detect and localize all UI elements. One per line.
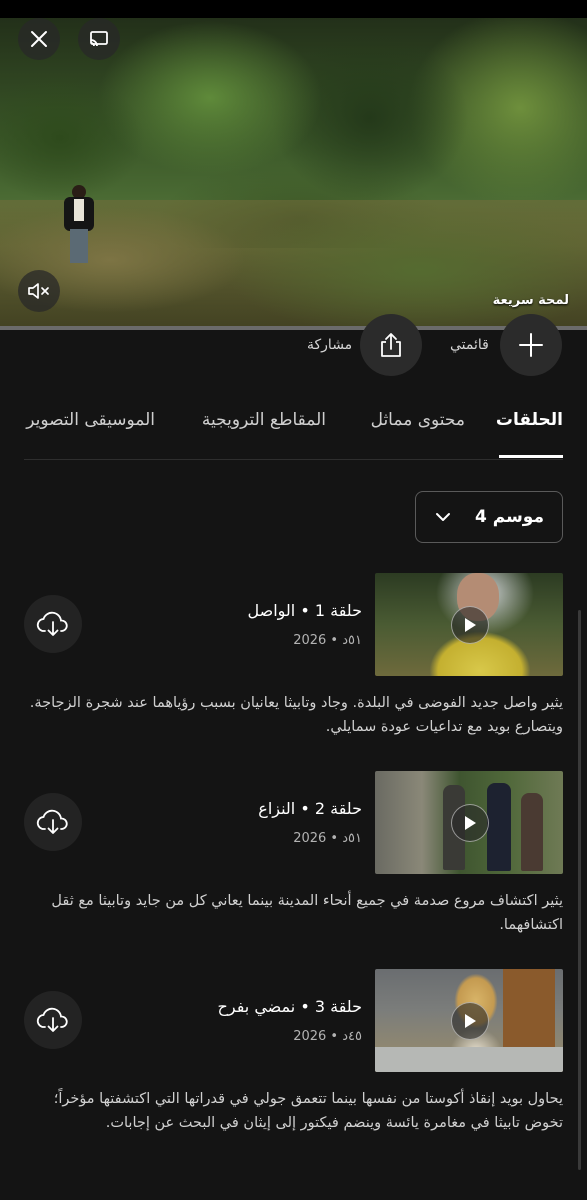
cloud-download-icon <box>36 809 68 834</box>
download-button[interactable] <box>24 595 82 653</box>
episode-description: يحاول بويد إنقاذ أكوستا من نفسها بينما ت… <box>53 1091 563 1131</box>
tab-episodes[interactable]: الحلقات <box>496 410 563 430</box>
plus-icon <box>519 333 543 357</box>
mute-button[interactable] <box>18 270 60 312</box>
quick-look-label: لمحة سريعة <box>492 293 569 308</box>
my-list-button[interactable] <box>500 314 562 376</box>
episode-meta: ٥١د • 2026 <box>293 831 362 846</box>
play-button[interactable] <box>451 1002 489 1040</box>
episode-meta: ٤٥د • 2026 <box>293 1029 362 1044</box>
video-player[interactable]: لمحة سريعة <box>0 0 587 328</box>
my-list-label: قائمتي <box>450 337 489 353</box>
tab-trailers[interactable]: المقاطع الترويجية <box>202 410 326 430</box>
episode-thumbnail[interactable] <box>375 573 563 676</box>
status-bar-area <box>0 0 587 18</box>
chevron-down-icon <box>436 513 450 521</box>
download-button[interactable] <box>24 991 82 1049</box>
episode-title: حلقة 2 • النزاع <box>258 799 362 818</box>
episode-meta: ٥١د • 2026 <box>293 633 362 648</box>
play-button[interactable] <box>451 606 489 644</box>
tab-similar-content[interactable]: محتوى مماثل <box>371 410 465 430</box>
episode-thumbnail[interactable] <box>375 969 563 1072</box>
close-button[interactable] <box>18 18 60 60</box>
scrollbar[interactable] <box>578 610 581 1170</box>
play-button[interactable] <box>451 804 489 842</box>
tabs-divider <box>24 459 563 460</box>
play-icon <box>465 816 476 830</box>
tab-music-photography[interactable]: الموسيقى التصوير <box>26 410 155 430</box>
episode-thumbnail[interactable] <box>375 771 563 874</box>
video-frame-person <box>58 185 100 265</box>
episode-description: يثير واصل جديد الفوضى في البلدة. وجاد وت… <box>29 695 563 735</box>
episode-detail-screen: لمحة سريعة قائمتي مشاركة الحلقات محتوى م… <box>0 0 587 1200</box>
video-progress-bar[interactable] <box>0 326 587 330</box>
season-dropdown[interactable]: موسم 4 <box>415 491 563 543</box>
share-button[interactable] <box>360 314 422 376</box>
download-button[interactable] <box>24 793 82 851</box>
season-dropdown-label: موسم 4 <box>475 507 544 527</box>
episode-description: يثير اكتشاف مروع صدمة في جميع أنحاء المد… <box>51 893 563 933</box>
volume-muted-icon <box>28 283 49 299</box>
share-label: مشاركة <box>307 337 353 353</box>
play-icon <box>465 1014 476 1028</box>
episode-title: حلقة 3 • نمضي بفرح <box>217 997 362 1016</box>
content-tabs: الحلقات محتوى مماثل المقاطع الترويجية ال… <box>0 400 587 460</box>
episode-title: حلقة 1 • الواصل <box>247 601 362 620</box>
share-icon <box>381 333 401 357</box>
cloud-download-icon <box>36 1007 68 1032</box>
cast-icon <box>90 31 108 47</box>
close-icon <box>31 31 47 47</box>
active-tab-indicator <box>499 455 563 458</box>
cast-button[interactable] <box>78 18 120 60</box>
play-icon <box>465 618 476 632</box>
cloud-download-icon <box>36 611 68 636</box>
